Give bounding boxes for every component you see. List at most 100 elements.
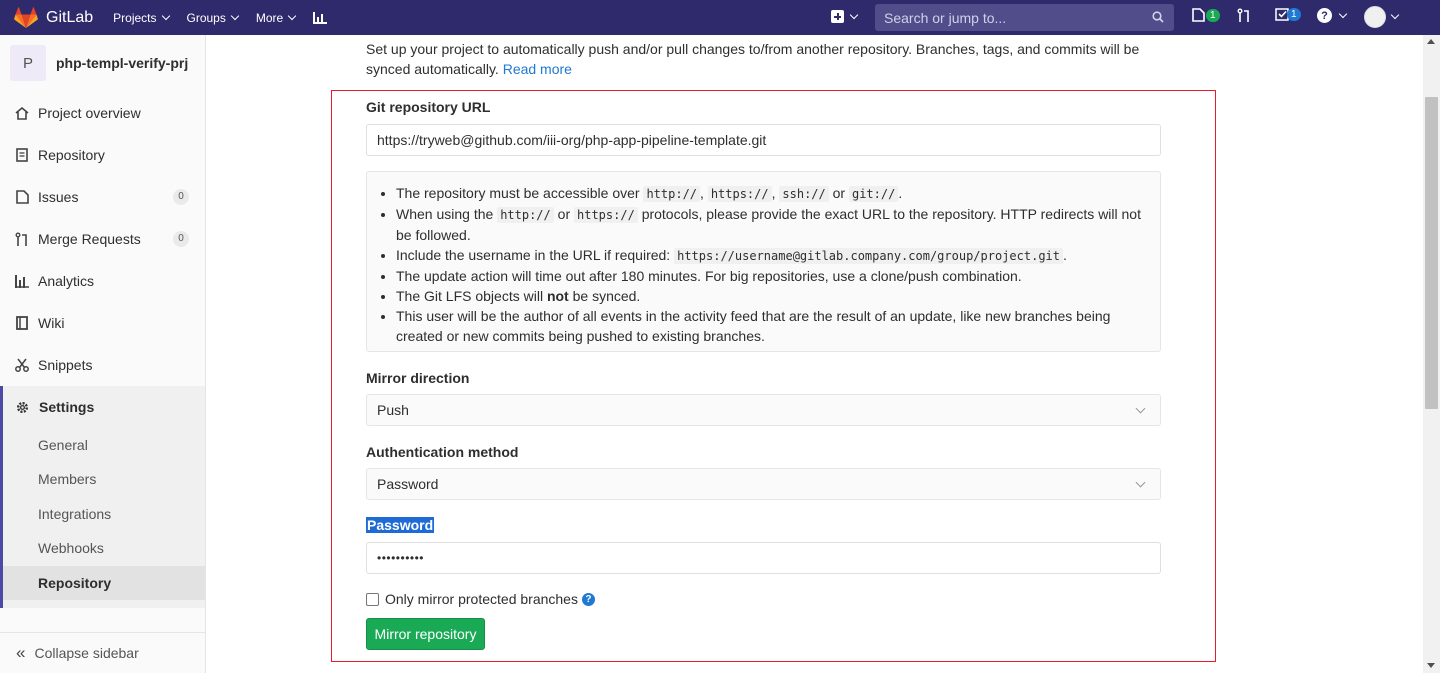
sidebar-item-wiki[interactable]: Wiki xyxy=(0,302,205,344)
nav-projects-label: Projects xyxy=(113,10,157,25)
sidebar-subitem-repository[interactable]: Repository xyxy=(3,566,205,600)
mirror-direction-value: Push xyxy=(377,402,409,418)
auth-method-label: Authentication method xyxy=(366,444,519,460)
nav-groups-label: Groups xyxy=(186,10,226,25)
mirror-direction-select[interactable]: Push xyxy=(366,394,1161,426)
chevron-down-icon xyxy=(287,11,297,20)
sidebar-item-snippets[interactable]: Snippets xyxy=(0,344,205,386)
auth-method-value: Password xyxy=(377,476,439,492)
sidebar-item-merge-requests[interactable]: Merge Requests 0 xyxy=(0,218,205,260)
chevron-down-icon xyxy=(849,10,859,19)
todos-nav-button[interactable]: 1 xyxy=(1275,8,1301,21)
analytics-icon xyxy=(313,11,328,24)
sidebar-settings-section: Settings General Members Integrations We… xyxy=(0,386,205,608)
nav-projects[interactable]: Projects xyxy=(113,10,170,25)
issues-icon xyxy=(1192,8,1205,22)
search-input[interactable]: Search or jump to... xyxy=(875,4,1174,31)
repository-url-help: The repository must be accessible over h… xyxy=(366,171,1161,352)
sidebar-settings-label: Settings xyxy=(39,399,95,415)
issues-count-badge: 1 xyxy=(1206,8,1220,22)
chevron-down-icon xyxy=(1135,403,1146,414)
book-icon xyxy=(15,316,29,330)
merge-request-icon xyxy=(15,232,29,246)
sidebar-item-repository[interactable]: Repository xyxy=(0,134,205,176)
merge-requests-count: 0 xyxy=(173,231,189,247)
password-value: •••••••••• xyxy=(377,551,425,565)
sidebar-subitem-members[interactable]: Members xyxy=(3,462,205,496)
tanuki-icon xyxy=(14,6,38,28)
help-item: The update action will time out after 18… xyxy=(396,266,1148,286)
gear-icon xyxy=(16,401,29,413)
help-item: The Git LFS objects will not be synced. xyxy=(396,286,1148,306)
sidebar-item-label: Repository xyxy=(38,147,105,163)
page-scrollbar[interactable] xyxy=(1423,35,1440,673)
gitlab-logo[interactable]: GitLab xyxy=(14,0,93,35)
only-protected-row: Only mirror protected branches ? xyxy=(366,591,595,607)
merge-requests-nav-button[interactable] xyxy=(1237,8,1251,23)
chevron-down-icon xyxy=(1135,477,1146,488)
scissors-icon xyxy=(15,358,29,372)
password-label-text: Password xyxy=(366,517,435,533)
password-input[interactable]: •••••••••• xyxy=(366,542,1161,574)
intro-text: Set up your project to automatically pus… xyxy=(366,41,1140,77)
help-nav-button[interactable]: ? xyxy=(1317,8,1348,23)
new-dropdown-button[interactable] xyxy=(831,10,859,23)
git-url-label: Git repository URL xyxy=(366,99,491,115)
question-circle-icon[interactable]: ? xyxy=(581,592,595,606)
scroll-up-arrow-icon[interactable] xyxy=(1427,39,1435,44)
scroll-down-arrow-icon[interactable] xyxy=(1427,663,1435,668)
help-icon: ? xyxy=(1317,8,1332,23)
help-item: When using the http:// or https:// proto… xyxy=(396,204,1148,245)
auth-method-select[interactable]: Password xyxy=(366,468,1161,500)
top-navbar: GitLab Projects Groups More Search or ju… xyxy=(0,0,1440,35)
issues-icon xyxy=(15,190,29,204)
search-icon xyxy=(1152,11,1164,23)
double-chevron-left-icon: « xyxy=(16,643,26,662)
help-item: Include the username in the URL if requi… xyxy=(396,245,1148,266)
nav-analytics[interactable] xyxy=(313,11,328,24)
mirror-direction-label: Mirror direction xyxy=(366,370,470,386)
only-protected-checkbox[interactable] xyxy=(366,592,379,606)
read-more-link[interactable]: Read more xyxy=(503,61,572,77)
home-icon xyxy=(15,106,29,120)
sidebar-item-project-overview[interactable]: Project overview xyxy=(0,92,205,134)
project-name: php-templ-verify-prj xyxy=(56,55,189,71)
collapse-sidebar-label: Collapse sidebar xyxy=(34,645,139,661)
sidebar-item-issues[interactable]: Issues 0 xyxy=(0,176,205,218)
sidebar-project-header[interactable]: P php-templ-verify-prj xyxy=(0,35,205,91)
sidebar-item-label: Issues xyxy=(38,189,79,205)
search-placeholder: Search or jump to... xyxy=(884,9,1007,26)
git-url-value: https://tryweb@github.com/iii-org/php-ap… xyxy=(377,132,767,148)
project-sidebar: P php-templ-verify-prj Project overview … xyxy=(0,35,206,673)
only-protected-label[interactable]: Only mirror protected branches xyxy=(385,591,578,607)
sidebar-item-label: Wiki xyxy=(38,315,65,331)
issues-count: 0 xyxy=(173,189,189,205)
user-menu-button[interactable] xyxy=(1364,6,1400,28)
avatar xyxy=(1364,6,1386,28)
scrollbar-thumb[interactable] xyxy=(1425,97,1438,409)
help-item: This user will be the author of all even… xyxy=(396,306,1148,346)
sidebar-item-label: Project overview xyxy=(38,105,141,121)
collapse-sidebar-button[interactable]: « Collapse sidebar xyxy=(0,632,205,673)
sidebar-subitem-integrations[interactable]: Integrations xyxy=(3,497,205,531)
sidebar-item-label: Merge Requests xyxy=(38,231,141,247)
mirror-repository-button[interactable]: Mirror repository xyxy=(366,618,485,650)
project-avatar: P xyxy=(10,45,46,81)
help-item: The repository must be accessible over h… xyxy=(396,183,1148,204)
chevron-down-icon xyxy=(230,11,240,20)
sidebar-subitem-webhooks[interactable]: Webhooks xyxy=(3,531,205,565)
analytics-icon xyxy=(15,274,29,288)
chevron-down-icon xyxy=(1390,10,1400,20)
sidebar-item-settings[interactable]: Settings xyxy=(3,386,205,428)
sidebar-item-analytics[interactable]: Analytics xyxy=(0,260,205,302)
nav-more[interactable]: More xyxy=(255,10,297,25)
nav-groups[interactable]: Groups xyxy=(186,10,240,25)
git-url-input[interactable]: https://tryweb@github.com/iii-org/php-ap… xyxy=(366,124,1161,156)
plus-square-icon xyxy=(831,10,844,23)
brand-name: GitLab xyxy=(46,8,94,26)
nav-more-label: More xyxy=(255,10,284,25)
doc-icon xyxy=(15,148,29,162)
sidebar-subitem-general[interactable]: General xyxy=(3,428,205,462)
sidebar-item-label: Snippets xyxy=(38,357,93,373)
issues-nav-button[interactable]: 1 xyxy=(1192,8,1220,22)
